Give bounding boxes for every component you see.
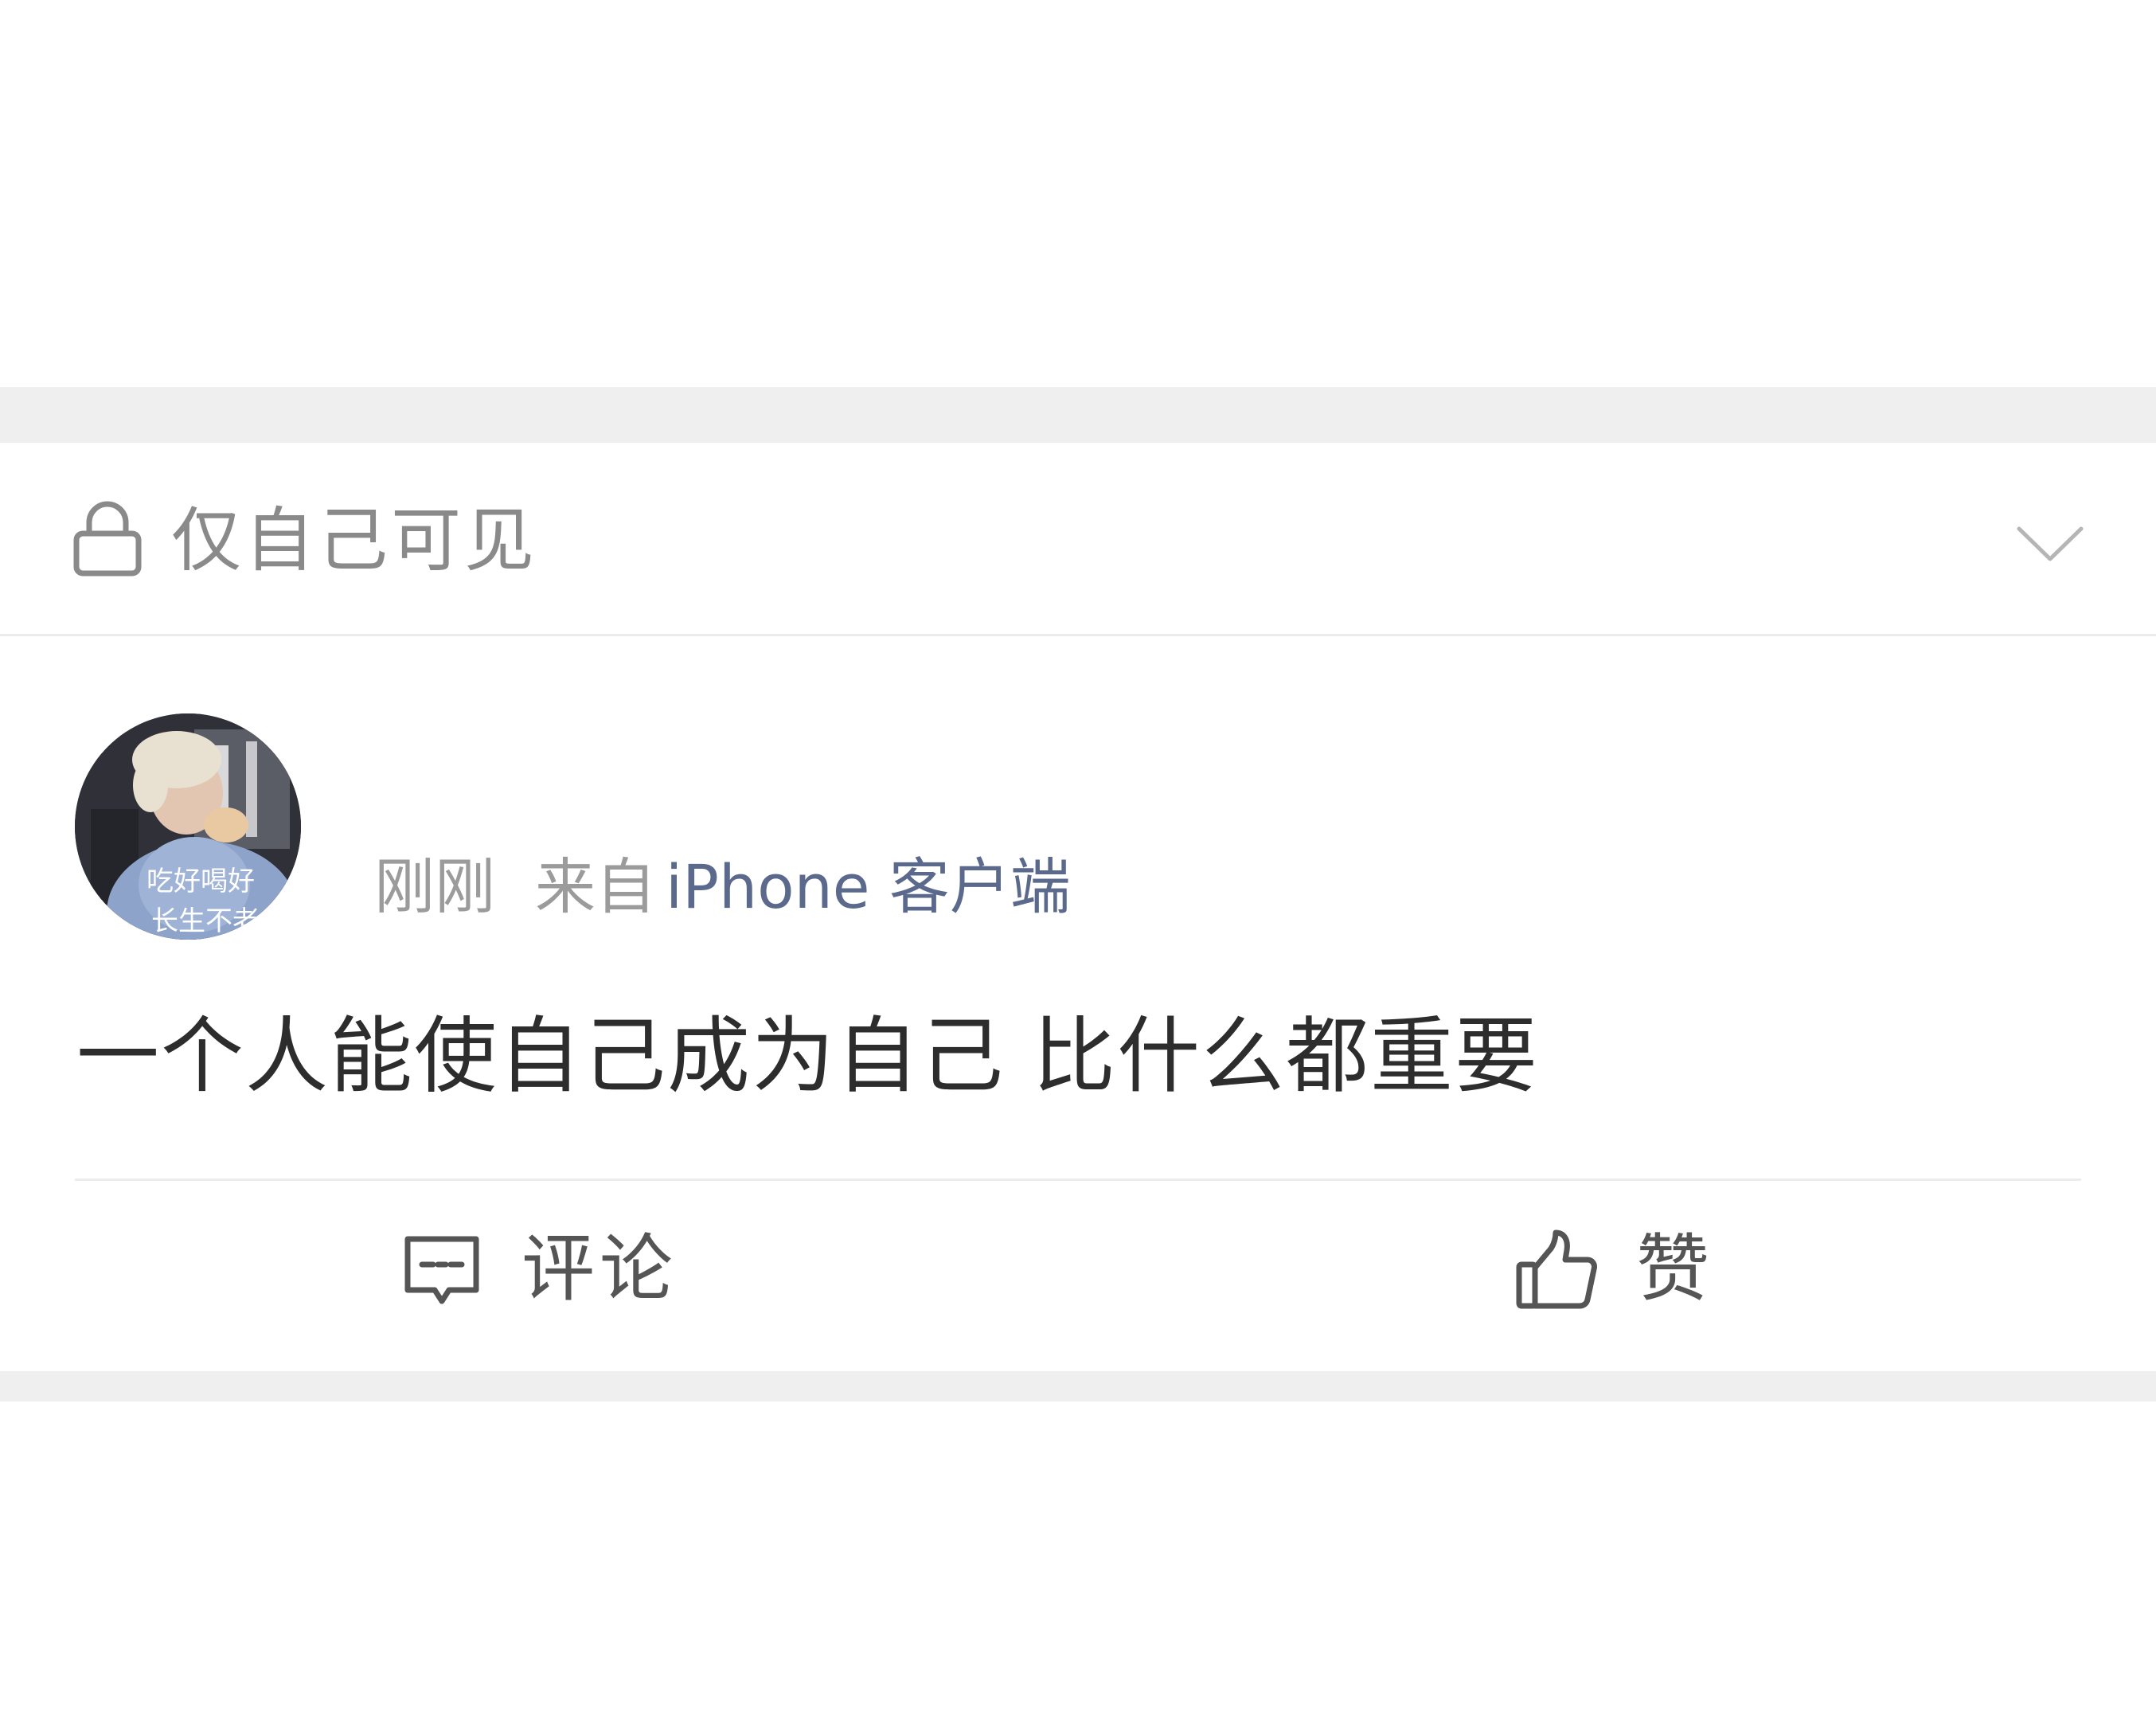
separator-band-bottom xyxy=(0,1371,2156,1401)
like-label: 赞 xyxy=(1636,1226,1715,1312)
comment-icon xyxy=(398,1226,486,1314)
visibility-selector[interactable]: 仅自己可见 xyxy=(0,443,2156,634)
thumbs-up-icon xyxy=(1513,1226,1600,1314)
separator-band-top xyxy=(0,387,2156,443)
avatar-caption-1: 吃好喝好 xyxy=(146,866,255,897)
post-text: 一个人能使自己成为自己 比什么都重要 xyxy=(76,1007,1540,1104)
like-button[interactable]: 赞 xyxy=(1513,1210,1831,1330)
chevron-down-icon[interactable] xyxy=(2014,521,2086,569)
avatar[interactable]: 吃好喝好 长生不老 xyxy=(75,713,301,940)
lock-icon xyxy=(72,498,143,578)
post-time: 刚刚 xyxy=(374,851,495,922)
top-blank-area xyxy=(0,0,2156,387)
comment-label: 评论 xyxy=(521,1226,678,1312)
source-link[interactable]: iPhone 客户端 xyxy=(666,851,1071,922)
post-meta: 刚刚 来自 iPhone 客户端 xyxy=(374,847,1071,927)
visibility-label: 仅自己可见 xyxy=(171,499,538,581)
divider xyxy=(0,634,2156,636)
avatar-caption-2: 长生不老 xyxy=(151,905,260,937)
source-prefix: 来自 xyxy=(535,851,656,922)
post-card: 仅自己可见 吃好喝好 长生不老 刚刚 来自 iPhone 客户端 一个人能使自己成为 xyxy=(0,443,2156,1371)
comment-button[interactable]: 评论 xyxy=(398,1210,717,1330)
divider xyxy=(75,1179,2081,1181)
